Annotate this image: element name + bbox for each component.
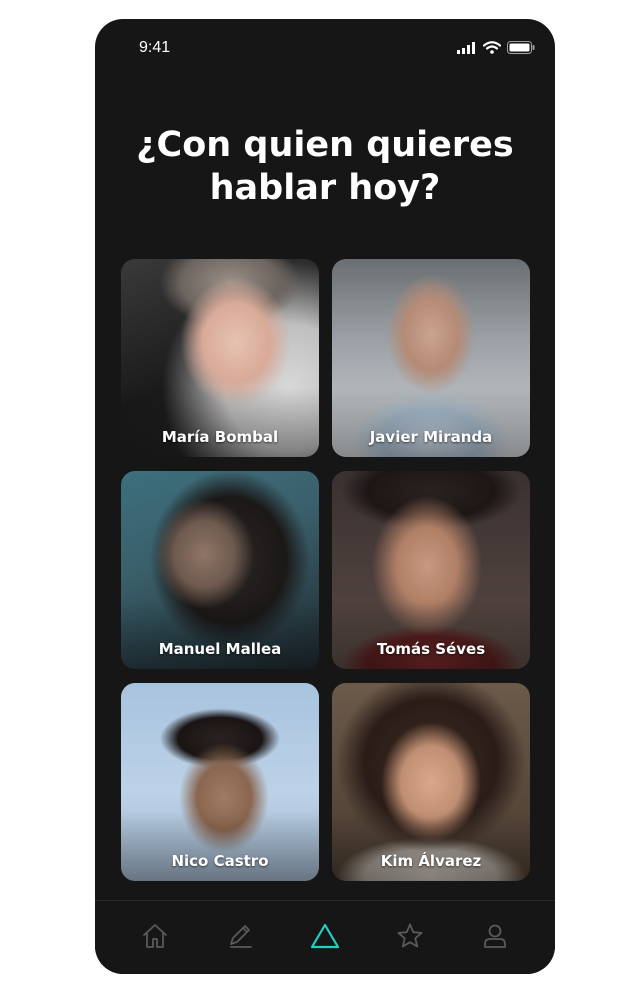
person-card[interactable]: Tomás Séves (332, 471, 530, 669)
status-bar: 9:41 (95, 19, 555, 79)
card-shade (121, 811, 319, 881)
bottom-nav (95, 900, 555, 974)
person-card[interactable]: Manuel Mallea (121, 471, 319, 669)
star-icon (396, 922, 424, 954)
person-name: Javier Miranda (369, 428, 493, 446)
person-name: Kim Álvarez (380, 852, 482, 870)
person-name: María Bombal (161, 428, 279, 446)
card-shade (332, 387, 530, 457)
person-card[interactable]: Nico Castro (121, 683, 319, 881)
card-shade (332, 599, 530, 669)
battery-icon (507, 39, 535, 58)
person-name: Tomás Séves (376, 640, 486, 658)
title-line-2: hablar hoy? (209, 168, 441, 208)
nav-home[interactable] (140, 923, 170, 953)
page-title: ¿Con quien quieres hablar hoy? (115, 124, 535, 210)
triangle-icon (310, 922, 340, 954)
home-icon (141, 922, 169, 954)
card-shade (332, 811, 530, 881)
nav-profile[interactable] (480, 923, 510, 953)
phone-screen: 9:41 ¿Con quien quieres hablar hoy? Marí… (95, 19, 555, 974)
person-card[interactable]: Kim Álvarez (332, 683, 530, 881)
nav-favorites[interactable] (395, 923, 425, 953)
person-card[interactable]: María Bombal (121, 259, 319, 457)
person-name: Manuel Mallea (158, 640, 282, 658)
person-name: Nico Castro (171, 852, 269, 870)
person-card[interactable]: Javier Miranda (332, 259, 530, 457)
status-time: 9:41 (139, 39, 171, 56)
user-icon (481, 922, 509, 954)
title-line-1: ¿Con quien quieres (136, 125, 514, 165)
nav-talk[interactable] (310, 923, 340, 953)
pencil-icon (226, 922, 254, 954)
card-shade (121, 387, 319, 457)
card-shade (121, 599, 319, 669)
nav-write[interactable] (225, 923, 255, 953)
wifi-icon (482, 39, 502, 58)
status-icons (457, 39, 535, 58)
signal-icon (457, 39, 477, 58)
